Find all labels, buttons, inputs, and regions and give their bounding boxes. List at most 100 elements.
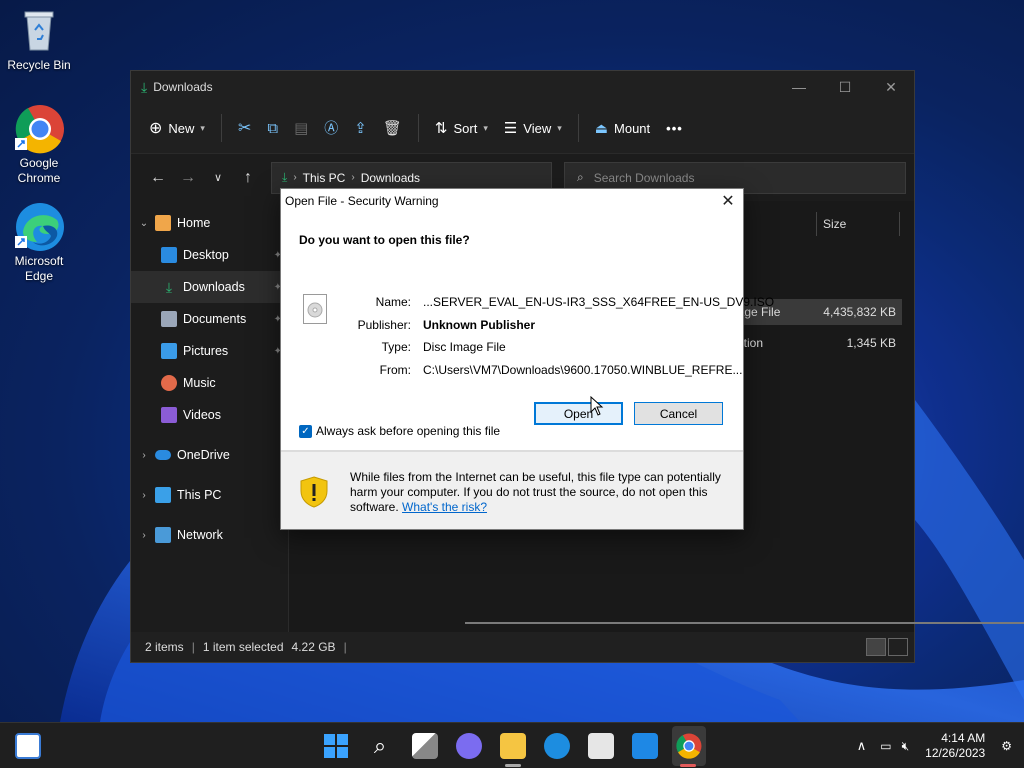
paste-button[interactable]: ▤ — [294, 119, 308, 137]
chat-button[interactable] — [456, 733, 482, 759]
downloads-folder-icon: ⤓ — [282, 170, 288, 184]
breadcrumb-downloads[interactable]: Downloads — [361, 171, 420, 185]
desktop-icon-label: Microsoft Edge — [14, 254, 64, 283]
selection-size: 4.22 GB — [291, 640, 336, 654]
file-size: 4,435,832 KB — [823, 305, 896, 319]
show-hidden-icons-button[interactable]: ∧ — [857, 738, 867, 754]
sidebar-item-label: Videos — [183, 408, 221, 422]
clock-time: 4:14 AM — [941, 731, 986, 745]
column-header: Size — [810, 211, 906, 237]
start-button[interactable] — [323, 733, 349, 759]
taskbar: ⌕ ∧ ▭ 🔇︎ 4:14 AM 12/26/2023 ⚙ — [0, 722, 1024, 768]
copy-button[interactable]: ⧉ — [267, 120, 278, 137]
sidebar-item-label: Network — [177, 528, 223, 542]
notification-icon[interactable]: ⚙ — [1001, 739, 1012, 753]
type-label: Type: — [381, 340, 411, 354]
sidebar-item-home[interactable]: ⌄ Home — [131, 207, 288, 239]
forward-button[interactable]: → — [173, 163, 203, 193]
network-icon — [155, 527, 171, 543]
horizontal-scrollbar[interactable] — [465, 622, 1024, 624]
sort-icon: ⇅ — [434, 120, 448, 137]
tiles-view-button[interactable] — [888, 638, 908, 656]
file-row[interactable]: cation 1,345 KB — [731, 330, 902, 356]
task-view-button[interactable] — [412, 733, 438, 759]
search-icon: ⌕ — [577, 170, 584, 184]
arrow-left-icon: ← — [150, 168, 166, 186]
sidebar-item-network[interactable]: › Network — [131, 519, 288, 551]
cut-button[interactable]: ✂ — [238, 118, 251, 138]
sidebar-item-label: Downloads — [183, 280, 245, 294]
chrome-taskbar-button[interactable] — [672, 726, 706, 766]
desktop-icon-label: Recycle Bin — [7, 58, 71, 72]
trash-icon: 🗑︎ — [382, 120, 402, 137]
dialog-close-button[interactable]: ✕ — [713, 191, 743, 211]
clock-date: 12/26/2023 — [925, 746, 986, 760]
sidebar-item-this-pc[interactable]: › This PC — [131, 479, 288, 511]
details-view-button[interactable] — [866, 638, 886, 656]
file-explorer-taskbar-button[interactable] — [500, 733, 526, 759]
search-button[interactable]: ⌕ — [367, 733, 393, 759]
dialog-title: Open File - Security Warning — [285, 194, 439, 208]
desktop-icon — [161, 247, 177, 263]
share-button[interactable]: ⇪ — [354, 119, 367, 137]
clock[interactable]: 4:14 AM 12/26/2023 — [925, 731, 985, 761]
breadcrumb-this-pc[interactable]: This PC — [303, 171, 346, 185]
sidebar-item-label: Music — [183, 376, 216, 390]
sort-button[interactable]: ⇅ Sort ▾ — [435, 119, 488, 137]
warning-text: While files from the Internet can be use… — [350, 470, 730, 515]
back-button[interactable]: ← — [143, 163, 173, 193]
explorer-titlebar[interactable]: ⤓ Downloads — ☐ ✕ — [131, 71, 914, 103]
maximize-button[interactable]: ☐ — [822, 71, 868, 103]
open-button[interactable]: Open — [534, 402, 623, 425]
volume-muted-icon[interactable]: 🔇︎ — [902, 739, 910, 754]
sidebar-item-music[interactable]: Music — [131, 367, 288, 399]
status-bar: 2 items | 1 item selected 4.22 GB | — [131, 632, 914, 662]
network-icon[interactable]: ▭ — [880, 739, 891, 753]
mount-button[interactable]: ⏏ Mount — [595, 120, 650, 137]
store-button[interactable] — [588, 733, 614, 759]
whats-the-risk-link[interactable]: What's the risk? — [402, 500, 487, 514]
mail-button[interactable] — [632, 733, 658, 759]
mount-label: Mount — [614, 120, 651, 136]
widgets-button[interactable] — [15, 733, 41, 759]
security-warning-dialog: Open File - Security Warning ✕ Do you wa… — [280, 188, 774, 530]
rename-button[interactable]: Ⓐ — [324, 118, 338, 138]
desktop-icon-label: Google Chrome — [17, 156, 61, 185]
chevron-right-icon: › — [142, 449, 146, 461]
chevron-down-icon: ∨ — [213, 172, 223, 184]
edge-taskbar-button[interactable] — [544, 733, 570, 759]
mouse-cursor-icon — [590, 396, 604, 416]
column-size[interactable]: Size — [823, 217, 893, 231]
minimize-button[interactable]: — — [776, 71, 822, 103]
close-window-button[interactable]: ✕ — [868, 71, 914, 103]
chevron-right-icon: › — [142, 489, 146, 501]
checkmark-icon: ✓ — [299, 424, 312, 438]
sidebar-item-videos[interactable]: Videos — [131, 399, 288, 431]
recent-locations-button[interactable]: ∨ — [203, 163, 233, 193]
desktop-icon-chrome[interactable]: Google Chrome — [1, 104, 77, 186]
dialog-question: Do you want to open this file? — [299, 233, 470, 247]
music-icon — [161, 375, 177, 391]
arrow-right-icon: → — [180, 168, 196, 186]
publisher-value: Unknown Publisher — [423, 318, 536, 332]
desktop-icon-edge[interactable]: Microsoft Edge — [1, 202, 77, 284]
view-button[interactable]: ☰ View ▾ — [504, 119, 562, 137]
new-button[interactable]: ⊕ New ▾ — [149, 118, 205, 138]
up-button[interactable]: ↑ — [233, 163, 263, 193]
sidebar-item-pictures[interactable]: Pictures ✦ — [131, 335, 288, 367]
cancel-button[interactable]: Cancel — [634, 402, 723, 425]
desktop-icon-recycle-bin[interactable]: Recycle Bin — [1, 6, 77, 73]
sidebar-item-documents[interactable]: Documents ✦ — [131, 303, 288, 335]
sidebar-item-desktop[interactable]: Desktop ✦ — [131, 239, 288, 271]
chrome-icon — [676, 733, 702, 759]
sidebar-item-onedrive[interactable]: › OneDrive — [131, 439, 288, 471]
sidebar-item-downloads[interactable]: ⤓ Downloads ✦ — [131, 271, 288, 303]
more-options-button[interactable]: ••• — [666, 121, 683, 136]
plus-circle-icon: ⊕ — [149, 120, 163, 137]
always-ask-checkbox[interactable]: ✓ Always ask before opening this file — [299, 424, 500, 438]
chevron-down-icon: ⌄ — [139, 217, 149, 229]
dialog-titlebar[interactable]: Open File - Security Warning ✕ — [281, 189, 743, 213]
sidebar-item-label: Home — [177, 216, 211, 230]
search-icon: ⌕ — [373, 733, 387, 758]
delete-button[interactable]: 🗑︎ — [383, 119, 402, 137]
